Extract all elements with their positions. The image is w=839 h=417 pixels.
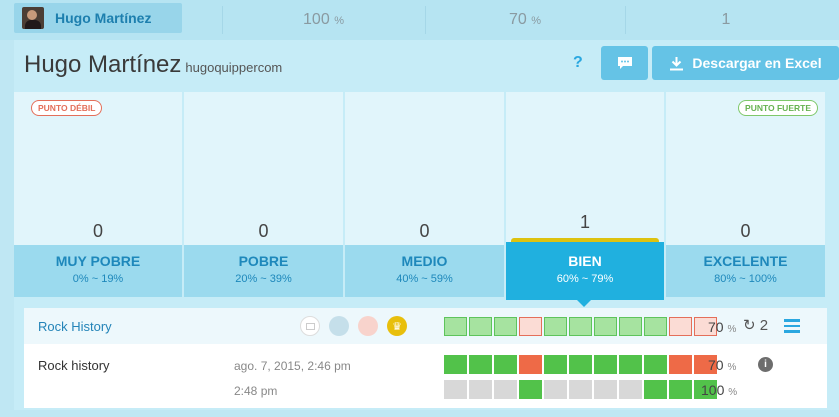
question-segment: [569, 355, 592, 374]
quiz-icons: ♛: [300, 316, 407, 336]
student-name: Hugo Martínez: [24, 51, 182, 78]
level-count: 0: [92, 221, 103, 241]
student-panel: Hugo Martínez hugoquippercom ? Descargar …: [14, 40, 839, 410]
question-segment: [594, 380, 617, 399]
level-pobre[interactable]: 0 POBRE 20% ~ 39%: [184, 92, 343, 297]
page-title: Hugo Martínez hugoquippercom: [24, 51, 282, 79]
level-muy-pobre[interactable]: PUNTO DÉBIL 0 MUY POBRE 0% ~ 19%: [14, 92, 182, 297]
level-count: 1: [579, 212, 590, 232]
attempt-name: Rock history: [38, 358, 110, 373]
quiz-title-link[interactable]: Rock History: [38, 319, 112, 334]
quiz-header-row: Rock History ♛ 70 % ↻ 2: [24, 308, 827, 344]
level-label: MEDIO 40% ~ 59%: [345, 245, 504, 297]
attempt-2-bar: [444, 380, 719, 399]
level-label: BIEN 60% ~ 79%: [506, 242, 664, 307]
pink-dot-icon: [358, 316, 378, 336]
summary-row: Hugo Martínez 100 % 70 % 1: [0, 0, 839, 40]
question-segment: [519, 317, 542, 336]
question-segment: [519, 355, 542, 374]
comment-button[interactable]: [601, 46, 648, 80]
question-segment: [669, 380, 692, 399]
user-name[interactable]: Hugo Martínez: [55, 10, 151, 26]
attempt-1-bar: [444, 355, 719, 374]
retry-count[interactable]: ↻ 2: [743, 316, 768, 334]
level-medio[interactable]: 0 MEDIO 40% ~ 59%: [345, 92, 504, 297]
download-icon: [670, 56, 684, 70]
level-excelente[interactable]: PUNTO FUERTE 0 EXCELENTE 80% ~ 100%: [666, 92, 825, 297]
question-segment: [469, 317, 492, 336]
attempt-date: ago. 7, 2015, 2:46 pm: [234, 359, 351, 373]
question-segment: [494, 317, 517, 336]
question-segment: [619, 355, 642, 374]
crown-icon: ♛: [387, 316, 407, 336]
question-segment: [544, 380, 567, 399]
student-handle: hugoquippercom: [185, 60, 283, 75]
quiz-score: 70 %: [708, 319, 737, 335]
question-segment: [469, 355, 492, 374]
level-bien[interactable]: 1 BIEN 60% ~ 79%: [506, 92, 664, 307]
level-label: POBRE 20% ~ 39%: [184, 245, 343, 297]
question-segment: [594, 355, 617, 374]
menu-icon[interactable]: [784, 319, 800, 336]
quiz-card: Rock History ♛ 70 % ↻ 2 Rock history ago…: [24, 308, 827, 408]
help-button[interactable]: ?: [573, 54, 583, 72]
question-segment: [444, 355, 467, 374]
question-segment: [644, 380, 667, 399]
attempt-2-score: 100 %: [701, 382, 738, 398]
question-segment: [619, 380, 642, 399]
user-cell[interactable]: Hugo Martínez: [14, 3, 182, 33]
level-label: EXCELENTE 80% ~ 100%: [666, 245, 825, 297]
level-count: 0: [419, 221, 430, 241]
weak-point-badge: PUNTO DÉBIL: [31, 100, 103, 116]
question-segment: [519, 380, 542, 399]
question-segment: [544, 317, 567, 336]
avatar: [22, 7, 44, 29]
level-count: 0: [740, 221, 751, 241]
chat-icon: [617, 57, 632, 69]
question-segment: [494, 355, 517, 374]
question-segment: [669, 317, 692, 336]
info-icon[interactable]: i: [758, 357, 773, 372]
question-segment: [644, 317, 667, 336]
question-segment: [619, 317, 642, 336]
question-segment: [544, 355, 567, 374]
question-segment: [444, 317, 467, 336]
retry-icon: ↻: [743, 317, 756, 334]
summary-score-2: 70 %: [508, 11, 542, 28]
summary-score-1: 100 %: [303, 11, 344, 28]
question-segment: [444, 380, 467, 399]
level-count: 0: [258, 221, 269, 241]
quiz-score-bar: [444, 317, 719, 336]
question-segment: [494, 380, 517, 399]
question-segment: [469, 380, 492, 399]
level-label: MUY POBRE 0% ~ 19%: [14, 245, 182, 297]
book-icon[interactable]: [300, 316, 320, 336]
question-segment: [644, 355, 667, 374]
blue-dot-icon: [329, 316, 349, 336]
summary-attempts: 1: [721, 11, 731, 28]
download-label: Descargar en Excel: [692, 55, 822, 71]
download-excel-button[interactable]: Descargar en Excel: [652, 46, 839, 80]
attempt-1-score: 70 %: [708, 357, 737, 373]
question-segment: [594, 317, 617, 336]
level-columns: PUNTO DÉBIL 0 MUY POBRE 0% ~ 19% 0 POBRE 2…: [14, 92, 839, 307]
question-segment: [569, 380, 592, 399]
question-segment: [669, 355, 692, 374]
attempt-time: 2:48 pm: [234, 384, 278, 398]
question-segment: [569, 317, 592, 336]
strong-point-badge: PUNTO FUERTE: [738, 100, 818, 116]
